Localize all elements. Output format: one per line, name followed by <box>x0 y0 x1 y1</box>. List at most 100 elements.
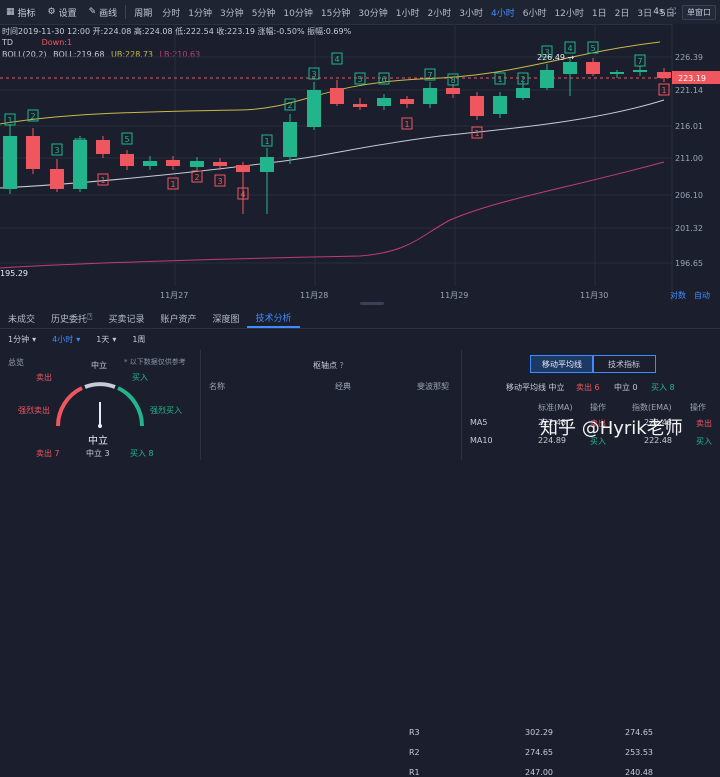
candle-body <box>423 88 437 104</box>
td-marker-label: 1 <box>405 120 410 129</box>
candlestick-chart[interactable]: 226.39 221.14 216.01 211.00 206.10 201.32 196.… <box>0 24 720 302</box>
td-marker-label: 2 <box>31 112 36 121</box>
candle-body <box>307 90 321 127</box>
td-marker-label: 2 <box>288 101 293 110</box>
ma-header: 操作 <box>690 403 706 412</box>
period-option[interactable]: 15分钟 <box>317 0 354 24</box>
candle-body <box>516 88 530 98</box>
pivot-cell-name: R2 <box>409 748 420 757</box>
ma-header: 标准(MA) <box>538 403 573 412</box>
gauge-sell-label: 卖出 <box>36 373 52 382</box>
price-tick: 201.32 <box>675 224 703 233</box>
toolbar-divider <box>125 5 127 19</box>
auto-scale-toggle[interactable]: 自动 <box>694 290 710 301</box>
chart-scroll-handle[interactable] <box>360 302 384 305</box>
select-1w[interactable]: 1周 <box>124 334 153 345</box>
select-4h[interactable]: 4小时 ▾ <box>44 334 88 345</box>
refresh-interval[interactable]: 4s <box>653 7 663 17</box>
period-option[interactable]: 6小时 <box>519 0 551 24</box>
td-marker-label: 2 <box>521 75 526 84</box>
period-option[interactable]: 4小时 <box>487 0 519 24</box>
pivot-cell-classic: 302.29 <box>525 728 553 737</box>
gear-icon: ⚙ <box>47 7 56 17</box>
period-option[interactable]: 1小时 <box>392 0 424 24</box>
td-marker-label: 5 <box>591 44 596 53</box>
candle-body <box>446 88 460 94</box>
period-option[interactable]: 2日 <box>611 0 634 24</box>
bottom-tab[interactable]: 深度图 <box>204 308 247 328</box>
td-marker-label: 2 <box>195 173 200 182</box>
td-marker-label: 7 <box>428 71 433 80</box>
indicator-icon: ▦ <box>6 7 15 17</box>
period-option[interactable]: 3分钟 <box>216 0 248 24</box>
candle-body <box>563 62 577 74</box>
pivot-cell-name: R3 <box>409 728 420 737</box>
pivot-title: 枢轴点 ? <box>313 361 344 370</box>
period-option[interactable]: 1日 <box>588 0 611 24</box>
candle-body <box>190 161 204 167</box>
pivot-header-fib: 斐波那契 <box>417 382 449 391</box>
pivot-cell-fib: 240.48 <box>625 768 653 777</box>
period-option[interactable]: 3小时 <box>455 0 487 24</box>
td-marker-label: 6 <box>382 75 387 84</box>
candle-body <box>377 98 391 106</box>
pivot-cell-fib: 274.65 <box>625 728 653 737</box>
gauge-result: 中立 <box>88 436 108 447</box>
ma-cell-name: MA10 <box>470 436 493 445</box>
period-option[interactable]: 2小时 <box>424 0 456 24</box>
candle-body <box>26 136 40 169</box>
candle-body <box>400 99 414 104</box>
price-tick: 206.10 <box>675 191 703 200</box>
draw-line-button[interactable]: ✎ 画线 <box>83 0 124 24</box>
pivot-cell-classic: 274.65 <box>525 748 553 757</box>
td-marker-label: 1 <box>8 116 13 125</box>
candle-body <box>213 162 227 166</box>
select-1d[interactable]: 1天 ▾ <box>88 334 124 345</box>
gauge-neutral-label: 中立 <box>91 361 107 370</box>
period-option[interactable]: 12小时 <box>550 0 587 24</box>
tab-tech-indicator[interactable]: 技术指标 <box>592 355 656 373</box>
period-option[interactable]: 10分钟 <box>279 0 316 24</box>
td-marker-label: 4 <box>335 55 340 64</box>
candle-body <box>540 70 554 88</box>
tab-moving-average[interactable]: 移动平均线 <box>530 355 594 373</box>
settings-button[interactable]: ⚙ 设置 <box>42 0 83 24</box>
candle-body <box>586 62 600 74</box>
td-marker-label: 4 <box>241 190 246 199</box>
td-marker-label: 4 <box>568 44 573 53</box>
pivot-header-name: 名称 <box>209 382 225 391</box>
price-tick: 211.00 <box>675 154 703 163</box>
fullscreen-icon[interactable]: ⛶ <box>670 7 676 17</box>
pivot-panel: 枢轴点 ? 名称 经典 斐波那契 R3 302.29 274.65 R2 274.65 2… <box>200 350 653 777</box>
overview-panel: 总览 * 以下数据仅供参考 中立 卖出 买入 强烈卖出 强烈买入 中立 卖出 7… <box>0 350 200 460</box>
overview-note: * 以下数据仅供参考 <box>124 358 186 366</box>
bottom-tab[interactable]: 账户资产 <box>152 308 204 328</box>
td-marker-label: 1 <box>265 137 270 146</box>
period-option[interactable]: 分时 <box>158 0 184 24</box>
period-option[interactable]: 1分钟 <box>184 0 216 24</box>
period-option[interactable]: 30分钟 <box>354 0 391 24</box>
bottom-tab[interactable]: 买卖记录 <box>100 308 152 328</box>
candle-body <box>330 88 344 104</box>
td-marker-label: 1 <box>171 180 176 189</box>
bottom-tabs: 未成交 历史委托 ⍰ 买卖记录 账户资产 深度图 技术分析 <box>0 308 720 329</box>
td-marker-label: 1 <box>475 129 480 138</box>
select-1min[interactable]: 1分钟 ▾ <box>0 334 44 345</box>
indicator-button[interactable]: ▦ 指标 <box>0 0 42 24</box>
help-icon[interactable]: ? <box>340 361 344 370</box>
current-price-label: 223.19 <box>678 74 706 83</box>
bottom-tab[interactable]: 历史委托 ⍰ <box>43 308 100 328</box>
log-scale-toggle[interactable]: 对数 <box>670 290 686 301</box>
ma-cell-op2: 卖出 <box>696 419 712 428</box>
window-mode-select[interactable]: 单窗口 <box>682 4 716 20</box>
candle-body <box>166 160 180 166</box>
td-marker-label: 5 <box>358 75 363 84</box>
chevron-down-icon: ▾ <box>32 334 37 344</box>
ma-header: 操作 <box>590 403 606 412</box>
bottom-tab[interactable]: 未成交 <box>0 308 43 328</box>
bottom-tab[interactable]: 技术分析 <box>247 308 300 328</box>
period-option[interactable]: 5分钟 <box>248 0 280 24</box>
td-marker-label: 5 <box>125 135 130 144</box>
price-tick: 221.14 <box>675 86 703 95</box>
td-marker-label: 8 <box>451 76 456 85</box>
